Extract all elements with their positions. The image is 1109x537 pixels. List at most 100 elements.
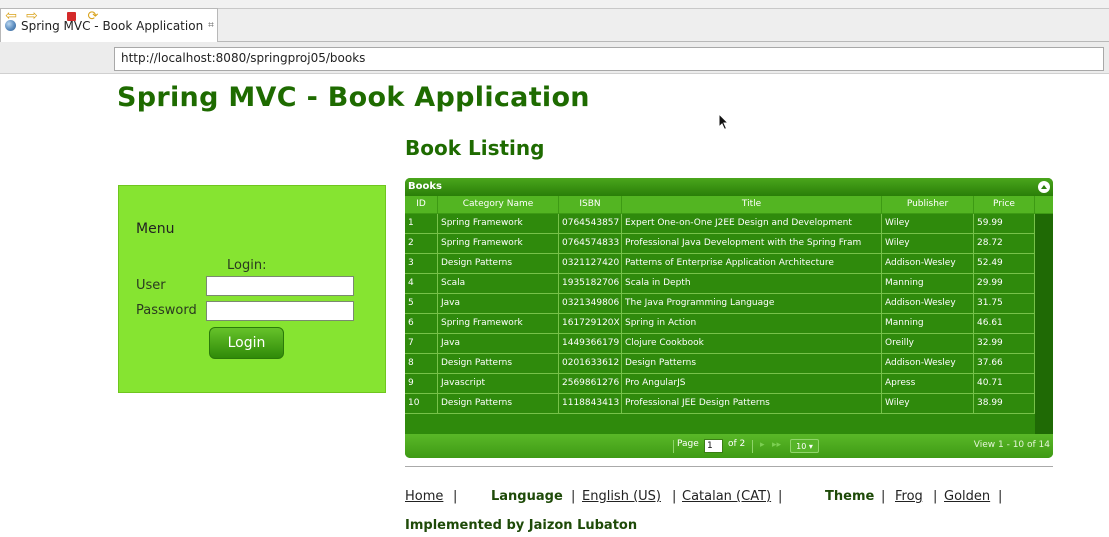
cell-publisher: Wiley [882, 214, 974, 234]
column-header-isbn[interactable]: ISBN [559, 196, 622, 214]
footer-separator: | [881, 489, 886, 504]
cell-id: 10 [405, 394, 438, 414]
mouse-cursor-icon [718, 113, 730, 131]
golden-theme-link[interactable]: Golden [944, 489, 990, 504]
cell-publisher: Apress [882, 374, 974, 394]
cell-price: 46.61 [974, 314, 1035, 334]
table-row[interactable]: 5 Java 0321349806 The Java Programming Lang… [405, 294, 1035, 314]
cell-id: 8 [405, 354, 438, 374]
cell-publisher: Addison-Wesley [882, 254, 974, 274]
footer-separator: | [933, 489, 938, 504]
url-bar[interactable]: http://localhost:8080/springproj05/books [114, 47, 1104, 71]
cell-id: 5 [405, 294, 438, 314]
cell-category: Scala [438, 274, 559, 294]
column-header-category[interactable]: Category Name [438, 196, 559, 214]
column-header-title[interactable]: Title [622, 196, 882, 214]
cell-title: Clojure Cookbook [622, 334, 882, 354]
page-number-input[interactable]: 1 [704, 439, 723, 453]
footer-separator: | [778, 489, 783, 504]
footer-separator: | [672, 489, 677, 504]
table-row[interactable]: 9 Javascript 2569861276 Pro AngularJS Apress… [405, 374, 1035, 394]
cell-isbn: 0764574833 [559, 234, 622, 254]
cell-publisher: Wiley [882, 394, 974, 414]
next-page-icon[interactable]: ▸ [760, 440, 765, 450]
cell-isbn: 2569861276 [559, 374, 622, 394]
refresh-icon[interactable]: ⟳ [85, 8, 101, 24]
grid-caption: Books [405, 178, 1053, 196]
frog-theme-link[interactable]: Frog [895, 489, 923, 504]
tab-title: Spring MVC - Book Application [21, 18, 204, 33]
catalan-link[interactable]: Catalan (CAT) [682, 489, 771, 504]
table-row[interactable]: 7 Java 1449366179 Clojure Cookbook Oreilly 32… [405, 334, 1035, 354]
books-grid: Books ID Category Name ISBN Title Publis… [405, 178, 1053, 458]
cell-category: Spring Framework [438, 314, 559, 334]
cell-price: 52.49 [974, 254, 1035, 274]
cell-category: Java [438, 294, 559, 314]
cell-title: Professional Java Development with the S… [622, 234, 882, 254]
page-label: Page [677, 439, 699, 449]
cell-id: 4 [405, 274, 438, 294]
cell-id: 3 [405, 254, 438, 274]
cell-price: 28.72 [974, 234, 1035, 254]
last-page-icon[interactable]: ▸▸ [772, 440, 781, 450]
cell-title: Patterns of Enterprise Application Archi… [622, 254, 882, 274]
footer-separator: | [453, 489, 458, 504]
english-link[interactable]: English (US) [582, 489, 661, 504]
stop-icon[interactable] [63, 8, 79, 24]
cell-publisher: Addison-Wesley [882, 354, 974, 374]
cell-isbn: 1118843413 [559, 394, 622, 414]
page-count-label: of 2 [728, 439, 746, 449]
cell-category: Design Patterns [438, 354, 559, 374]
cell-price: 59.99 [974, 214, 1035, 234]
column-header-id[interactable]: ID [405, 196, 438, 214]
cell-price: 38.99 [974, 394, 1035, 414]
cell-publisher: Manning [882, 314, 974, 334]
vertical-scrollbar[interactable] [1035, 214, 1053, 434]
section-title: Book Listing [405, 136, 545, 160]
grid-body: 1 Spring Framework 0764543857 Expert One-on… [405, 214, 1053, 434]
cell-publisher: Wiley [882, 234, 974, 254]
table-row[interactable]: 10 Design Patterns 1118843413 Professional … [405, 394, 1035, 414]
table-row[interactable]: 8 Design Patterns 0201633612 Design Pattern… [405, 354, 1035, 374]
window-top-strip [0, 0, 1109, 8]
column-header-price[interactable]: Price [974, 196, 1035, 214]
password-field[interactable] [206, 301, 354, 321]
login-button[interactable]: Login [209, 327, 284, 359]
back-arrow-icon[interactable]: ⇦ [3, 8, 19, 24]
rows-per-page-select[interactable]: 10 ▾ [790, 439, 819, 453]
cell-title: Design Patterns [622, 354, 882, 374]
cell-category: Spring Framework [438, 214, 559, 234]
table-row[interactable]: 1 Spring Framework 0764543857 Expert One-on… [405, 214, 1035, 234]
record-count: View 1 - 10 of 14 [973, 440, 1050, 450]
user-label: User [136, 278, 166, 293]
cell-title: Professional JEE Design Patterns [622, 394, 882, 414]
grid-header: ID Category Name ISBN Title Publisher Pr… [405, 196, 1053, 214]
cell-price: 31.75 [974, 294, 1035, 314]
table-row[interactable]: 6 Spring Framework 161729120X Spring in Act… [405, 314, 1035, 334]
home-link[interactable]: Home [405, 489, 443, 504]
cell-price: 29.99 [974, 274, 1035, 294]
cell-publisher: Addison-Wesley [882, 294, 974, 314]
cell-isbn: 1449366179 [559, 334, 622, 354]
pager-separator [673, 440, 674, 453]
cell-id: 6 [405, 314, 438, 334]
forward-arrow-icon[interactable]: ⇨ [24, 8, 40, 24]
login-label: Login: [227, 258, 267, 273]
cell-price: 32.99 [974, 334, 1035, 354]
cell-id: 2 [405, 234, 438, 254]
author-credit: Implemented by Jaizon Lubaton [405, 518, 638, 533]
tab-close-icon[interactable]: ⌗ [208, 20, 214, 31]
menu-panel: Menu Login: User Password Login [118, 185, 386, 393]
table-row[interactable]: 4 Scala 1935182706 Scala in Depth Manning 29.… [405, 274, 1035, 294]
language-label: Language [491, 489, 563, 504]
cell-category: Design Patterns [438, 394, 559, 414]
column-header-publisher[interactable]: Publisher [882, 196, 974, 214]
password-label: Password [136, 303, 197, 318]
divider [405, 466, 1053, 467]
cell-isbn: 0764543857 [559, 214, 622, 234]
table-row[interactable]: 2 Spring Framework 0764574833 Professional … [405, 234, 1035, 254]
collapse-icon[interactable] [1038, 181, 1050, 193]
cell-title: Scala in Depth [622, 274, 882, 294]
username-field[interactable] [206, 276, 354, 296]
table-row[interactable]: 3 Design Patterns 0321127420 Patterns of En… [405, 254, 1035, 274]
